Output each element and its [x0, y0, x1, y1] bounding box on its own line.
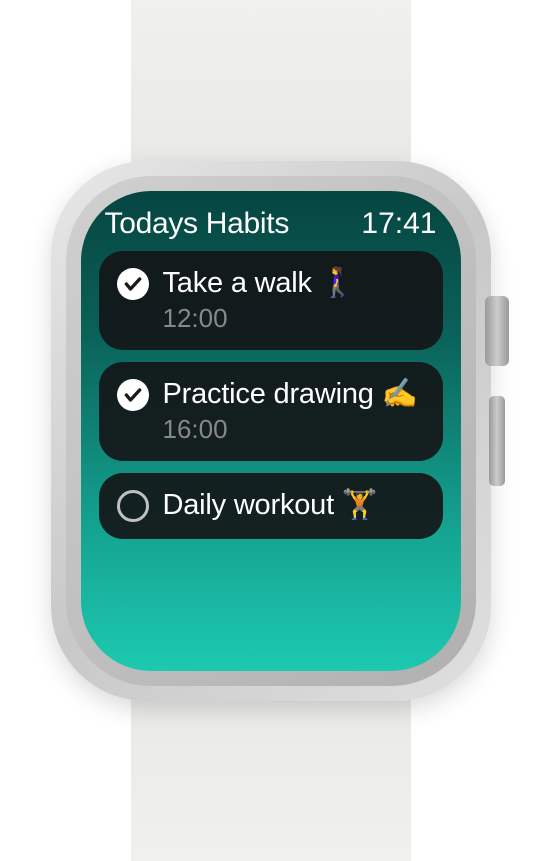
habit-title: Take a walk 🚶‍♀️ — [163, 265, 425, 301]
habit-content: Take a walk 🚶‍♀️ 12:00 — [163, 265, 425, 334]
habits-list[interactable]: Take a walk 🚶‍♀️ 12:00 Practice drawing … — [99, 251, 443, 540]
status-time: 17:41 — [361, 207, 436, 241]
side-button[interactable] — [489, 396, 505, 486]
checkbox-unchecked-icon[interactable] — [117, 490, 149, 522]
header: Todays Habits 17:41 — [99, 203, 443, 241]
habit-content: Daily workout 🏋️ — [163, 487, 425, 523]
habit-time: 16:00 — [163, 414, 425, 445]
watch-screen: Todays Habits 17:41 Take a walk 🚶‍♀️ 12:… — [81, 191, 461, 671]
watch-bezel: Todays Habits 17:41 Take a walk 🚶‍♀️ 12:… — [66, 176, 476, 686]
list-item[interactable]: Take a walk 🚶‍♀️ 12:00 — [99, 251, 443, 350]
checkbox-checked-icon[interactable] — [117, 268, 149, 300]
page-title: Todays Habits — [105, 207, 290, 241]
habit-title: Daily workout 🏋️ — [163, 487, 425, 523]
habit-time: 12:00 — [163, 303, 425, 334]
habit-title: Practice drawing ✍️ — [163, 376, 425, 412]
list-item[interactable]: Daily workout 🏋️ — [99, 473, 443, 539]
digital-crown[interactable] — [485, 296, 509, 366]
checkbox-checked-icon[interactable] — [117, 379, 149, 411]
habit-content: Practice drawing ✍️ 16:00 — [163, 376, 425, 445]
list-item[interactable]: Practice drawing ✍️ 16:00 — [99, 362, 443, 461]
watch-case: Todays Habits 17:41 Take a walk 🚶‍♀️ 12:… — [51, 161, 491, 701]
